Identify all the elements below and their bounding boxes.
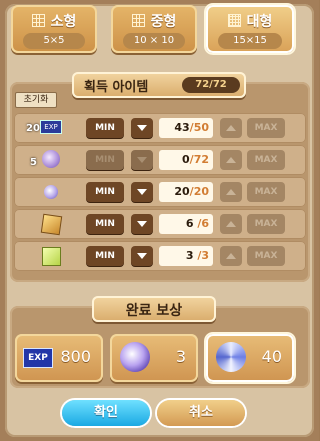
decrease-button[interactable] [131, 118, 153, 138]
chevron-up-icon [226, 252, 236, 259]
tab-medium[interactable]: 중형 10 × 10 [111, 5, 197, 53]
reward-value: 3 [175, 347, 186, 366]
min-button[interactable]: MIN [86, 118, 124, 138]
small-orb-icon [20, 180, 64, 204]
tab-small[interactable]: 소형 5×5 [11, 5, 97, 53]
reward-swirl[interactable]: 40 [206, 334, 294, 382]
section-title: 완료 보상 [125, 303, 183, 319]
decrease-button[interactable] [131, 150, 153, 170]
chevron-down-icon [137, 220, 147, 227]
quantity-field[interactable]: 0/72 [159, 150, 213, 170]
increase-button[interactable] [220, 246, 242, 266]
item-row: MIN 6 /6 MAX [14, 209, 306, 239]
max-button[interactable]: MAX [247, 118, 285, 138]
exp-icon: 20 EXP [20, 116, 64, 140]
grid-icon [227, 14, 241, 27]
tab-label: 소형 [50, 14, 77, 30]
decrease-button[interactable] [131, 214, 153, 234]
max-button[interactable]: MAX [247, 150, 285, 170]
purple-orb-icon [120, 342, 150, 372]
blue-swirl-icon [216, 342, 246, 372]
chevron-down-icon [137, 124, 147, 131]
item-counter: 72/72 [182, 77, 240, 93]
sealed-orb-icon: 5 [20, 148, 64, 172]
decrease-button[interactable] [131, 246, 153, 266]
increase-button[interactable] [220, 214, 242, 234]
tab-large[interactable]: 대형 15×15 [206, 5, 294, 53]
chevron-down-icon [137, 188, 147, 195]
green-cube-icon [20, 244, 64, 268]
min-button[interactable]: MIN [86, 214, 124, 234]
reward-exp[interactable]: EXP 800 [15, 334, 103, 382]
reward-value: 800 [60, 347, 91, 366]
reward-header: 완료 보상 [92, 296, 216, 322]
tab-label: 중형 [150, 14, 177, 30]
min-button[interactable]: MIN [86, 182, 124, 202]
tab-size: 15×15 [218, 33, 282, 49]
tab-size: 5×5 [23, 33, 85, 49]
tab-label: 대형 [246, 14, 273, 30]
acquired-items-header: 획득 아이템 72/72 [72, 72, 246, 98]
item-row: MIN 3 /3 MAX [14, 241, 306, 271]
quantity-field[interactable]: 43/50 [159, 118, 213, 138]
max-button[interactable]: MAX [247, 246, 285, 266]
quantity-field[interactable]: 20/20 [159, 182, 213, 202]
min-button[interactable]: MIN [86, 150, 124, 170]
cancel-button[interactable]: 취소 [157, 400, 245, 426]
chevron-up-icon [226, 188, 236, 195]
confirm-button[interactable]: 확인 [62, 400, 150, 426]
gold-box-icon [20, 212, 64, 236]
exp-icon: EXP [23, 348, 53, 368]
chevron-up-icon [226, 156, 236, 163]
chevron-down-icon [137, 252, 147, 259]
chevron-down-icon [137, 156, 147, 163]
dialog-frame: 소형 5×5 중형 10 × 10 대형 15×15 획득 아이템 72/72 … [0, 0, 319, 441]
increase-button[interactable] [220, 150, 242, 170]
tab-size: 10 × 10 [123, 33, 185, 49]
quantity-field[interactable]: 6 /6 [159, 214, 213, 234]
increase-button[interactable] [220, 182, 242, 202]
reset-button[interactable]: 초기화 [15, 92, 57, 108]
quantity-field[interactable]: 3 /3 [159, 246, 213, 266]
item-row: 20 EXP MIN 43/50 MAX [14, 113, 306, 143]
chevron-up-icon [226, 124, 236, 131]
reward-orb[interactable]: 3 [110, 334, 198, 382]
section-title: 획득 아이템 [84, 80, 149, 95]
reward-value: 40 [261, 347, 282, 366]
grid-icon [31, 14, 45, 27]
max-button[interactable]: MAX [247, 182, 285, 202]
decrease-button[interactable] [131, 182, 153, 202]
max-button[interactable]: MAX [247, 214, 285, 234]
item-row: 5 MIN 0/72 MAX [14, 145, 306, 175]
grid-icon [131, 14, 145, 27]
chevron-up-icon [226, 220, 236, 227]
increase-button[interactable] [220, 118, 242, 138]
item-row: MIN 20/20 MAX [14, 177, 306, 207]
min-button[interactable]: MIN [86, 246, 124, 266]
